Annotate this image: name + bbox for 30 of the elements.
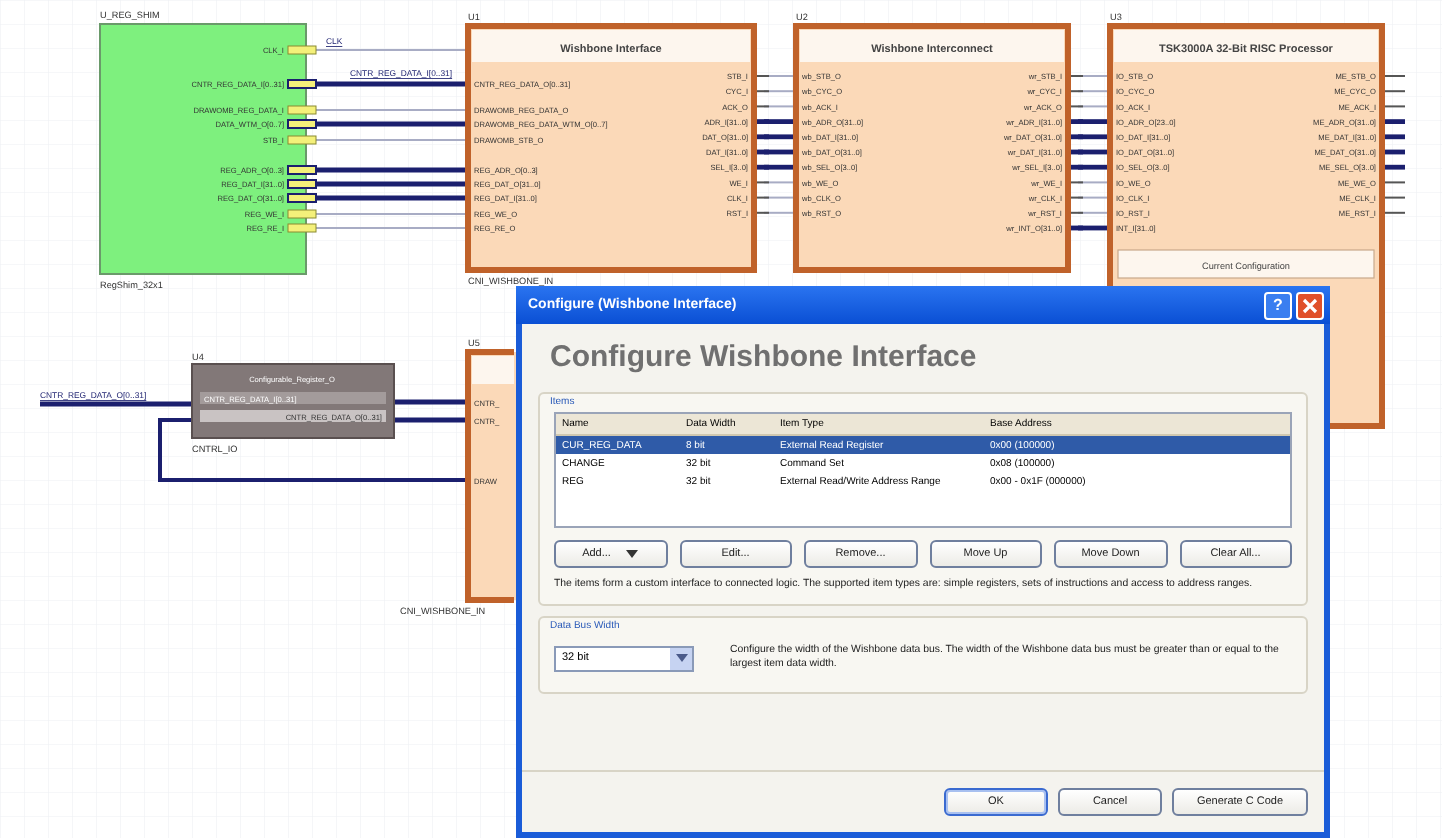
wire [764, 119, 796, 124]
wire [764, 164, 796, 170]
wire [1078, 164, 1110, 170]
dropdown-arrow-icon [675, 654, 687, 662]
wire [763, 196, 797, 199]
wire [1077, 211, 1111, 214]
close-button[interactable] [1296, 291, 1324, 319]
wire [763, 181, 797, 184]
wire [1077, 181, 1111, 184]
wire [764, 134, 796, 140]
help-button[interactable]: ? [1264, 291, 1292, 319]
wire [1077, 75, 1111, 77]
wire [1078, 225, 1110, 231]
wire [763, 90, 797, 93]
close-icon [1302, 297, 1318, 313]
wire [1077, 105, 1111, 108]
wire [1077, 196, 1111, 199]
caret-icon [626, 550, 639, 558]
dialog-heading: Configure Wishbone Interface [548, 338, 979, 378]
wire [763, 75, 797, 77]
configuration-panel[interactable] [1117, 249, 1375, 279]
component-block[interactable] [99, 23, 307, 275]
wire [763, 211, 797, 214]
wire [763, 105, 797, 108]
wire [1078, 134, 1110, 140]
component-block[interactable] [465, 349, 516, 603]
wire [764, 149, 796, 155]
wire [1077, 90, 1111, 93]
wire [1078, 149, 1110, 155]
wire [1078, 119, 1110, 124]
